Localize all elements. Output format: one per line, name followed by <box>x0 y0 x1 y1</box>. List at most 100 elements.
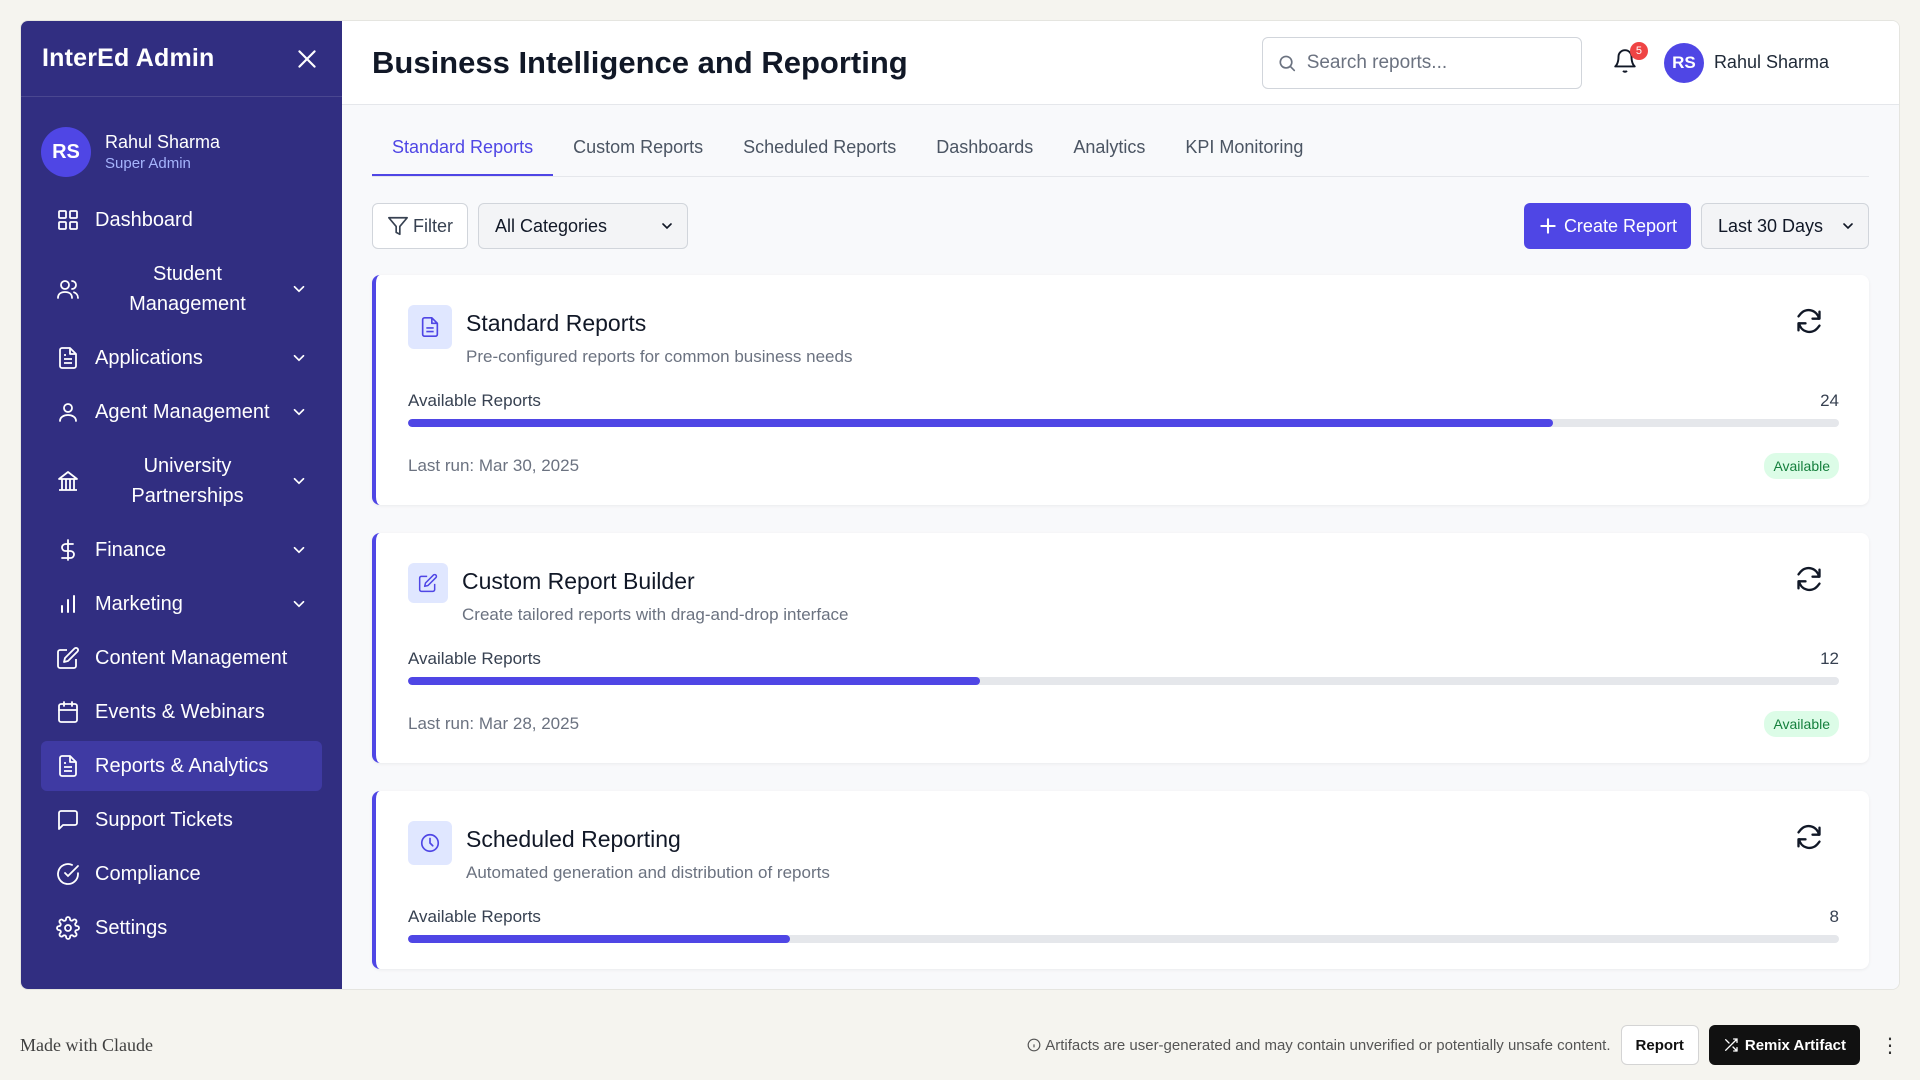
document-icon <box>408 305 452 349</box>
page-title: Business Intelligence and Reporting <box>372 44 908 80</box>
sidebar-item-events-webinars[interactable]: Events & Webinars <box>41 687 322 737</box>
header-user-name[interactable]: Rahul Sharma <box>1714 52 1829 73</box>
sidebar-item-settings[interactable]: Settings <box>41 903 322 953</box>
calendar-icon <box>55 699 81 725</box>
available-reports-count: 24 <box>1820 391 1839 410</box>
sidebar-nav: Dashboard Student Management Application… <box>21 189 342 959</box>
sidebar-item-agent-management[interactable]: Agent Management <box>41 387 322 437</box>
tab-standard-reports[interactable]: Standard Reports <box>372 125 554 176</box>
sidebar-item-label: Compliance <box>95 863 201 885</box>
filter-button[interactable]: Filter <box>372 203 468 249</box>
sidebar-item-student-management[interactable]: Student Management <box>41 251 322 327</box>
date-range-select[interactable]: Last 30 Days <box>1701 203 1869 249</box>
report-card-scheduled[interactable]: Scheduled Reporting Automated generation… <box>372 791 1869 969</box>
sidebar-item-label: Reports & Analytics <box>95 755 269 777</box>
card-title: Custom Report Builder <box>462 568 695 594</box>
grid-icon <box>55 207 81 233</box>
card-description: Automated generation and distribution of… <box>466 863 830 882</box>
category-select[interactable]: All Categories <box>478 203 688 249</box>
building-icon <box>55 468 81 494</box>
chevron-down-icon[interactable] <box>290 472 308 490</box>
filter-icon <box>388 216 408 236</box>
sidebar-item-label: Marketing <box>95 593 183 615</box>
app-title: InterEd Admin <box>42 44 215 72</box>
search-box <box>1261 36 1582 89</box>
refresh-icon[interactable] <box>1795 823 1823 851</box>
notifications-button[interactable]: 5 <box>1612 41 1648 78</box>
report-cards: Standard Reports Pre-configured reports … <box>372 275 1869 969</box>
date-range-value: Last 30 Days <box>1718 215 1824 236</box>
chevron-down-icon[interactable] <box>290 349 308 367</box>
plus-icon <box>1540 218 1556 234</box>
artifact-footer: Made with Claude Artifacts are user-gene… <box>0 1010 1920 1080</box>
toolbar: Filter All Categories Create Report Last… <box>372 203 1869 249</box>
sidebar-item-compliance[interactable]: Compliance <box>41 849 322 899</box>
report-card-standard[interactable]: Standard Reports Pre-configured reports … <box>372 275 1869 505</box>
tabs: Standard Reports Custom Reports Schedule… <box>372 125 1869 177</box>
create-report-button[interactable]: Create Report <box>1523 203 1691 249</box>
sidebar-item-support-tickets[interactable]: Support Tickets <box>41 795 322 845</box>
message-icon <box>55 807 81 833</box>
sidebar-item-label: Events & Webinars <box>95 701 265 723</box>
refresh-icon[interactable] <box>1795 565 1823 593</box>
card-title: Scheduled Reporting <box>466 826 681 852</box>
sidebar-item-marketing[interactable]: Marketing <box>41 579 322 629</box>
user-name: Rahul Sharma <box>105 132 221 152</box>
sidebar-item-label: Settings <box>95 917 168 939</box>
create-report-label: Create Report <box>1563 215 1677 236</box>
more-options-icon[interactable]: ⋮ <box>1880 1033 1900 1058</box>
filter-label: Filter <box>413 215 453 236</box>
sidebar-item-label: University Partnerships <box>131 455 244 507</box>
sidebar-item-content-management[interactable]: Content Management <box>41 633 322 683</box>
gear-icon <box>55 915 81 941</box>
close-icon[interactable] <box>294 46 320 72</box>
chevron-down-icon[interactable] <box>290 595 308 613</box>
topbar: Business Intelligence and Reporting 5 RS… <box>342 21 1899 105</box>
available-reports-count: 8 <box>1829 907 1839 926</box>
clock-icon <box>408 821 452 865</box>
notification-badge: 5 <box>1629 41 1648 60</box>
report-button[interactable]: Report <box>1620 1025 1699 1065</box>
check-circle-icon <box>55 861 81 887</box>
available-reports-label: Available Reports <box>408 907 541 926</box>
progress-bar <box>408 419 1839 427</box>
refresh-icon[interactable] <box>1795 307 1823 335</box>
chevron-down-icon[interactable] <box>290 541 308 559</box>
progress-bar <box>408 935 1839 943</box>
tab-scheduled-reports[interactable]: Scheduled Reports <box>723 125 916 176</box>
dollar-icon <box>55 537 81 563</box>
file-icon <box>55 753 81 779</box>
available-reports-label: Available Reports <box>408 649 541 668</box>
remix-artifact-button[interactable]: Remix Artifact <box>1708 1025 1860 1065</box>
chevron-down-icon[interactable] <box>290 280 308 298</box>
main-area: Business Intelligence and Reporting 5 RS… <box>342 21 1899 989</box>
users-icon <box>55 276 81 302</box>
chevron-down-icon <box>1843 223 1853 230</box>
sidebar-item-university-partnerships[interactable]: University Partnerships <box>41 443 322 519</box>
report-card-custom-builder[interactable]: Custom Report Builder Create tailored re… <box>372 533 1869 763</box>
avatar[interactable]: RS <box>1663 42 1704 83</box>
tab-kpi-monitoring[interactable]: KPI Monitoring <box>1165 125 1323 176</box>
tab-dashboards[interactable]: Dashboards <box>916 125 1053 176</box>
sidebar-item-label: Support Tickets <box>95 809 233 831</box>
sidebar-item-applications[interactable]: Applications <box>41 333 322 383</box>
chevron-down-icon[interactable] <box>290 403 308 421</box>
sidebar-item-label: Agent Management <box>95 401 270 423</box>
user-icon <box>55 399 81 425</box>
sidebar-header: InterEd Admin <box>21 21 342 97</box>
tab-analytics[interactable]: Analytics <box>1053 125 1165 176</box>
sidebar: InterEd Admin RS Rahul Sharma Super Admi… <box>21 21 342 989</box>
info-icon <box>1027 1038 1041 1052</box>
sidebar-item-label: Content Management <box>95 647 288 669</box>
tab-custom-reports[interactable]: Custom Reports <box>553 125 723 176</box>
sidebar-item-dashboard[interactable]: Dashboard <box>41 195 322 245</box>
remix-label: Remix Artifact <box>1744 1036 1846 1054</box>
sidebar-item-finance[interactable]: Finance <box>41 525 322 575</box>
card-description: Pre-configured reports for common busine… <box>466 347 853 366</box>
search-input[interactable] <box>1306 51 1567 74</box>
sidebar-item-label: Dashboard <box>95 209 193 231</box>
made-with-text: Made with Claude <box>20 1034 153 1055</box>
last-run-text: Last run: Mar 28, 2025 <box>408 714 580 733</box>
disclaimer: Artifacts are user-generated and may con… <box>1027 1037 1611 1054</box>
sidebar-item-reports-analytics[interactable]: Reports & Analytics <box>41 741 322 791</box>
